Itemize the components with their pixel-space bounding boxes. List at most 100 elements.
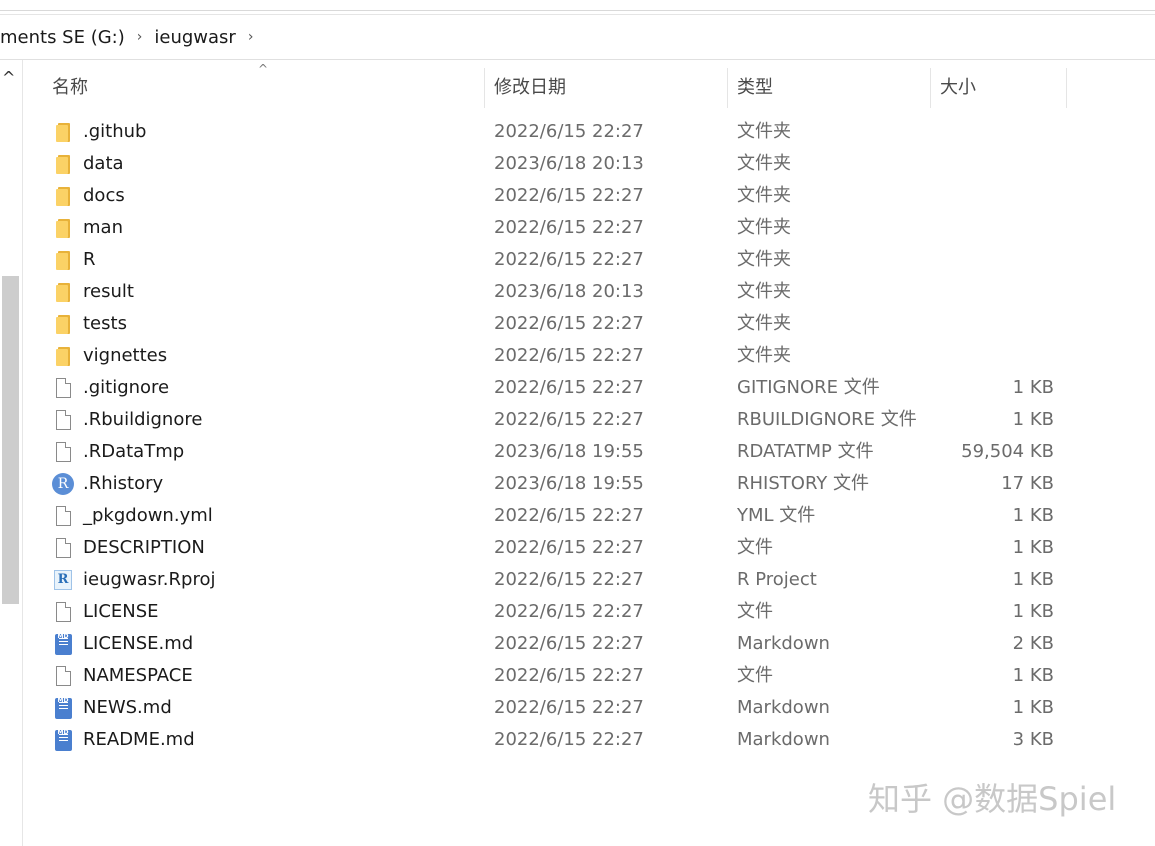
table-row[interactable]: man 2022/6/15 22:27 文件夹 [22,212,1155,244]
column-header: ^ 名称 修改日期 类型 大小 [22,60,1155,116]
file-size [930,244,1054,276]
table-row[interactable]: NAMESPACE 2022/6/15 22:27 文件 1 KB [22,660,1155,692]
folder-icon [52,244,74,276]
file-name: .Rhistory [83,473,164,494]
folder-icon [52,212,74,244]
file-name: .gitignore [83,377,170,398]
table-row[interactable]: .Rbuildignore 2022/6/15 22:27 RBUILDIGNORE… [22,404,1155,436]
file-modified-date: 2022/6/15 22:27 [494,345,644,366]
table-row[interactable]: _pkgdown.yml 2022/6/15 22:27 YML 文件 1 KB [22,500,1155,532]
r-project-icon: R [52,564,74,596]
file-type: 文件夹 [737,153,791,174]
file-icon [52,404,74,436]
file-size [930,340,1054,372]
file-size: 17 KB [1001,473,1054,494]
file-modified-date: 2023/6/18 20:13 [494,153,644,174]
table-row[interactable]: .gitignore 2022/6/15 22:27 GITIGNORE 文件 1 K… [22,372,1155,404]
table-row[interactable]: R 2022/6/15 22:27 文件夹 [22,244,1155,276]
watermark: 知乎 @数据Spiel [868,780,1117,818]
file-size: 59,504 KB [961,441,1054,462]
breadcrumb-folder[interactable]: ieugwasr [154,27,241,48]
table-row[interactable]: .github 2022/6/15 22:27 文件夹 [22,116,1155,148]
column-divider[interactable] [484,68,485,108]
file-name: .github [83,121,147,142]
navigation-pane-scrollbar[interactable]: ^ [0,60,23,846]
file-modified-date: 2022/6/15 22:27 [494,313,644,334]
file-name: README.md [83,729,195,750]
file-icon [52,532,74,564]
column-header-name[interactable]: 名称 [44,60,484,112]
file-type: 文件夹 [737,345,791,366]
table-row[interactable]: vignettes 2022/6/15 22:27 文件夹 [22,340,1155,372]
table-row[interactable]: Rieugwasr.Rproj 2022/6/15 22:27 R Project 1… [22,564,1155,596]
file-type: 文件夹 [737,121,791,142]
file-icon [52,500,74,532]
file-size: 1 KB [1012,697,1054,718]
file-size [930,116,1054,148]
table-row[interactable]: DESCRIPTION 2022/6/15 22:27 文件 1 KB [22,532,1155,564]
file-name: R [83,249,96,270]
column-header-date[interactable]: 修改日期 [486,60,726,112]
column-divider[interactable] [930,68,931,108]
file-name: _pkgdown.yml [83,505,213,526]
table-row[interactable]: result 2023/6/18 20:13 文件夹 [22,276,1155,308]
file-size [930,276,1054,308]
file-name: ieugwasr.Rproj [83,569,216,590]
table-row[interactable]: R .Rhistory 2023/6/18 19:55 RHISTORY 文件 17 K… [22,468,1155,500]
file-modified-date: 2022/6/15 22:27 [494,697,644,718]
folder-icon [52,340,74,372]
breadcrumb-drive[interactable]: ments SE (G:) [0,27,131,48]
file-modified-date: 2023/6/18 20:13 [494,281,644,302]
file-icon [52,372,74,404]
table-row[interactable]: data 2023/6/18 20:13 文件夹 [22,148,1155,180]
table-row[interactable]: LICENSE 2022/6/15 22:27 文件 1 KB [22,596,1155,628]
file-type: R Project [737,569,817,590]
file-type: 文件夹 [737,217,791,238]
file-modified-date: 2022/6/15 22:27 [494,537,644,558]
markdown-icon: MD [52,628,74,660]
file-type: 文件夹 [737,313,791,334]
table-row[interactable]: MD README.md 2022/6/15 22:27 Markdown 3 KB [22,724,1155,756]
file-type: 文件 [737,537,773,558]
r-history-icon: R [52,468,74,500]
table-row[interactable]: MD LICENSE.md 2022/6/15 22:27 Markdown 2 KB [22,628,1155,660]
file-modified-date: 2022/6/15 22:27 [494,633,644,654]
file-icon [52,436,74,468]
file-size: 1 KB [1012,409,1054,430]
file-size: 1 KB [1012,505,1054,526]
file-size: 1 KB [1012,569,1054,590]
file-name: result [83,281,134,302]
file-size: 1 KB [1012,377,1054,398]
table-row[interactable]: MD NEWS.md 2022/6/15 22:27 Markdown 1 KB [22,692,1155,724]
file-name: NEWS.md [83,697,172,718]
scrollbar-thumb[interactable] [2,276,19,604]
file-name: man [83,217,123,238]
file-type: RHISTORY 文件 [737,473,870,494]
scroll-up-icon[interactable]: ^ [2,68,15,87]
table-row[interactable]: .RDataTmp 2023/6/18 19:55 RDATATMP 文件 59,50… [22,436,1155,468]
file-size: 2 KB [1012,633,1054,654]
table-row[interactable]: tests 2022/6/15 22:27 文件夹 [22,308,1155,340]
address-bar[interactable]: ments SE (G:) › ieugwasr › [0,15,1155,60]
file-list: .github 2022/6/15 22:27 文件夹 data 2023/6/18 2… [22,116,1155,756]
breadcrumb-chevron-icon[interactable]: › [242,29,266,45]
file-name: DESCRIPTION [83,537,205,558]
file-modified-date: 2022/6/15 22:27 [494,217,644,238]
file-name: docs [83,185,125,206]
column-header-type[interactable]: 类型 [729,60,929,112]
breadcrumb-chevron-icon[interactable]: › [131,29,155,45]
folder-icon [52,180,74,212]
file-modified-date: 2022/6/15 22:27 [494,121,644,142]
column-divider[interactable] [1066,68,1067,108]
file-name: NAMESPACE [83,665,193,686]
window-top-border [0,0,1155,11]
folder-icon [52,308,74,340]
file-type: Markdown [737,633,830,654]
column-header-size[interactable]: 大小 [932,60,1066,112]
file-name: LICENSE.md [83,633,194,654]
table-row[interactable]: docs 2022/6/15 22:27 文件夹 [22,180,1155,212]
column-divider[interactable] [727,68,728,108]
markdown-icon: MD [52,724,74,756]
file-name: tests [83,313,127,334]
file-size [930,180,1054,212]
